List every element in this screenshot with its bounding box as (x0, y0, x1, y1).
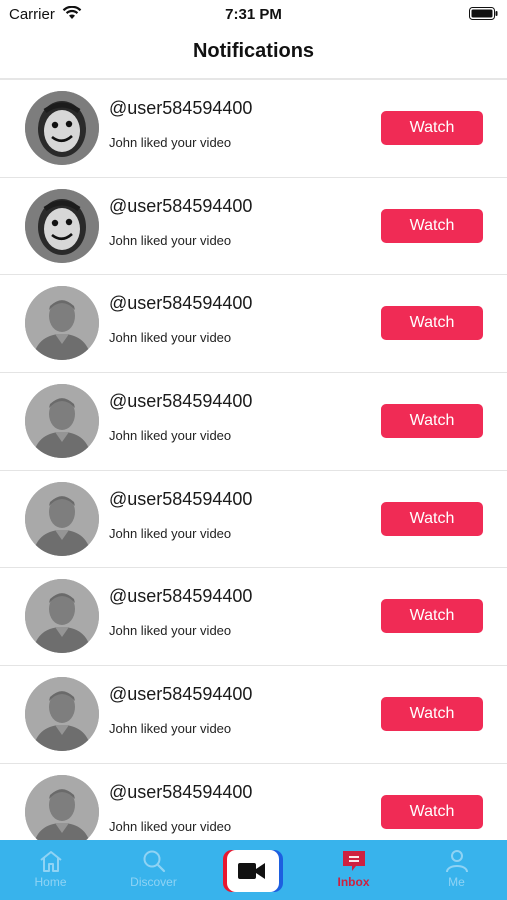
notification-row[interactable]: @user584594400 John liked your video Wat… (0, 764, 507, 840)
notification-message: John liked your video (109, 525, 232, 541)
custom-photo-avatar (25, 91, 99, 165)
notification-row[interactable]: @user584594400 John liked your video Wat… (0, 373, 507, 471)
default-person-avatar (25, 774, 99, 840)
notification-message: John liked your video (109, 330, 232, 346)
watch-button[interactable]: Watch (381, 599, 483, 634)
page-title: Notifications (192, 40, 315, 62)
tab-me[interactable]: Me (406, 840, 507, 900)
notification-row[interactable]: @user584594400 John liked your video Wat… (0, 471, 507, 569)
notification-row[interactable]: @user584594400 John liked your video Wat… (0, 568, 507, 667)
tab-label-inbox: Inbox (337, 875, 370, 889)
avatar[interactable] (25, 286, 99, 361)
notification-message: John liked your video (109, 232, 232, 248)
status-bar: Carrier 7:31 PM (0, 0, 507, 30)
tab-label-discover: Discover (130, 875, 177, 889)
notification-message: John liked your video (109, 428, 232, 444)
default-person-avatar (25, 384, 99, 459)
watch-button[interactable]: Watch (381, 306, 483, 341)
default-person-avatar (25, 677, 99, 752)
home-icon (39, 851, 62, 872)
notification-message: John liked your video (109, 818, 232, 834)
clock-time: 7:31 PM (225, 6, 282, 23)
watch-button[interactable]: Watch (381, 697, 483, 732)
username-label: @user584594400 (109, 98, 253, 118)
person-icon (445, 850, 468, 873)
notification-message: John liked your video (109, 623, 232, 639)
notification-row[interactable]: @user584594400 John liked your video Wat… (0, 80, 507, 178)
username-label: @user584594400 (109, 781, 253, 802)
notification-list[interactable]: @user584594400 John liked your video Wat… (0, 80, 507, 840)
avatar[interactable] (25, 384, 99, 459)
username-label: @user584594400 (109, 195, 253, 216)
notification-row[interactable]: @user584594400 John liked your video Wat… (0, 666, 507, 764)
bottom-tab-bar: Home Discover Inbox Me (0, 840, 507, 900)
notification-row[interactable]: @user584594400 John liked your video Wat… (0, 178, 507, 276)
record-video-button[interactable] (223, 850, 283, 892)
default-person-avatar (25, 579, 99, 654)
username-label: @user584594400 (109, 488, 253, 509)
tab-discover[interactable]: Discover (103, 840, 204, 900)
watch-button[interactable]: Watch (381, 501, 483, 536)
tab-inbox[interactable]: Inbox (303, 840, 404, 900)
username-label: @user584594400 (109, 586, 253, 607)
search-icon (143, 850, 165, 873)
watch-button[interactable]: Watch (381, 208, 483, 243)
default-person-avatar (25, 286, 99, 361)
tab-home[interactable]: Home (0, 840, 101, 900)
watch-button[interactable]: Watch (381, 404, 483, 439)
avatar[interactable] (25, 677, 99, 752)
custom-photo-avatar (25, 188, 99, 263)
watch-button[interactable]: Watch (381, 111, 483, 145)
avatar[interactable] (25, 91, 99, 165)
avatar[interactable] (25, 481, 99, 556)
tab-label-home: Home (34, 875, 67, 889)
avatar[interactable] (25, 579, 99, 654)
battery-icon (469, 7, 498, 20)
username-label: @user584594400 (109, 391, 253, 412)
avatar[interactable] (25, 774, 99, 840)
notification-message: John liked your video (109, 721, 232, 737)
tab-label-me: Me (448, 875, 465, 889)
video-camera-icon (223, 850, 283, 892)
default-person-avatar (25, 481, 99, 556)
notification-row[interactable]: @user584594400 John liked your video Wat… (0, 275, 507, 374)
username-label: @user584594400 (109, 293, 253, 314)
inbox-icon (342, 851, 365, 871)
watch-button[interactable]: Watch (381, 794, 483, 829)
username-label: @user584594400 (109, 684, 253, 705)
avatar[interactable] (25, 188, 99, 263)
notification-message: John liked your video (109, 135, 232, 150)
